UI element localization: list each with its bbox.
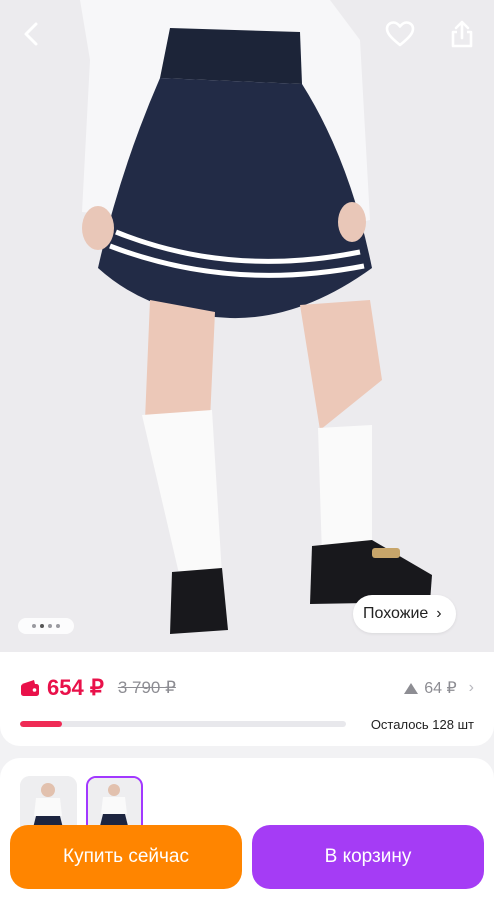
share-button[interactable] <box>442 14 482 54</box>
buy-now-button[interactable]: Купить сейчас <box>10 825 242 889</box>
current-price: 654 ₽ <box>47 675 104 700</box>
price-history-value: 64 ₽ <box>424 680 457 697</box>
stock-progress-fill <box>20 721 63 727</box>
product-page: Похожие › 654 ₽ 3 790 ₽ 64 ₽ › Осталось … <box>0 0 494 900</box>
stock-row: Осталось 128 шт <box>20 715 474 733</box>
back-icon <box>24 22 38 46</box>
pagination-dot <box>48 624 52 628</box>
share-icon <box>451 20 473 48</box>
price-row: 654 ₽ 3 790 ₽ 64 ₽ › <box>20 674 474 702</box>
pagination-dot <box>32 624 36 628</box>
pagination-dot <box>56 624 60 628</box>
gallery-pagination <box>18 618 74 634</box>
stock-progress-bar <box>20 721 346 727</box>
chevron-right-icon: › <box>468 679 474 696</box>
product-image-gallery[interactable]: Похожие › <box>0 0 494 652</box>
chevron-right-icon: › <box>436 605 442 622</box>
heart-icon <box>385 21 415 47</box>
similar-label: Похожие <box>363 605 429 622</box>
back-button[interactable] <box>12 14 52 54</box>
price-card: 654 ₽ 3 790 ₽ 64 ₽ › Осталось 128 шт <box>0 652 494 746</box>
add-to-cart-button[interactable]: В корзину <box>252 825 484 889</box>
pagination-dot-active <box>40 624 44 628</box>
wallet-icon <box>21 680 39 696</box>
old-price: 3 790 ₽ <box>117 678 176 697</box>
triangle-up-icon <box>404 682 419 694</box>
product-photo <box>0 0 494 652</box>
similar-products-button[interactable]: Похожие › <box>353 595 456 633</box>
favorite-button[interactable] <box>380 14 420 54</box>
price-history-link[interactable]: 64 ₽ › <box>404 678 474 698</box>
stock-remaining-text: Осталось 128 шт <box>370 716 474 732</box>
